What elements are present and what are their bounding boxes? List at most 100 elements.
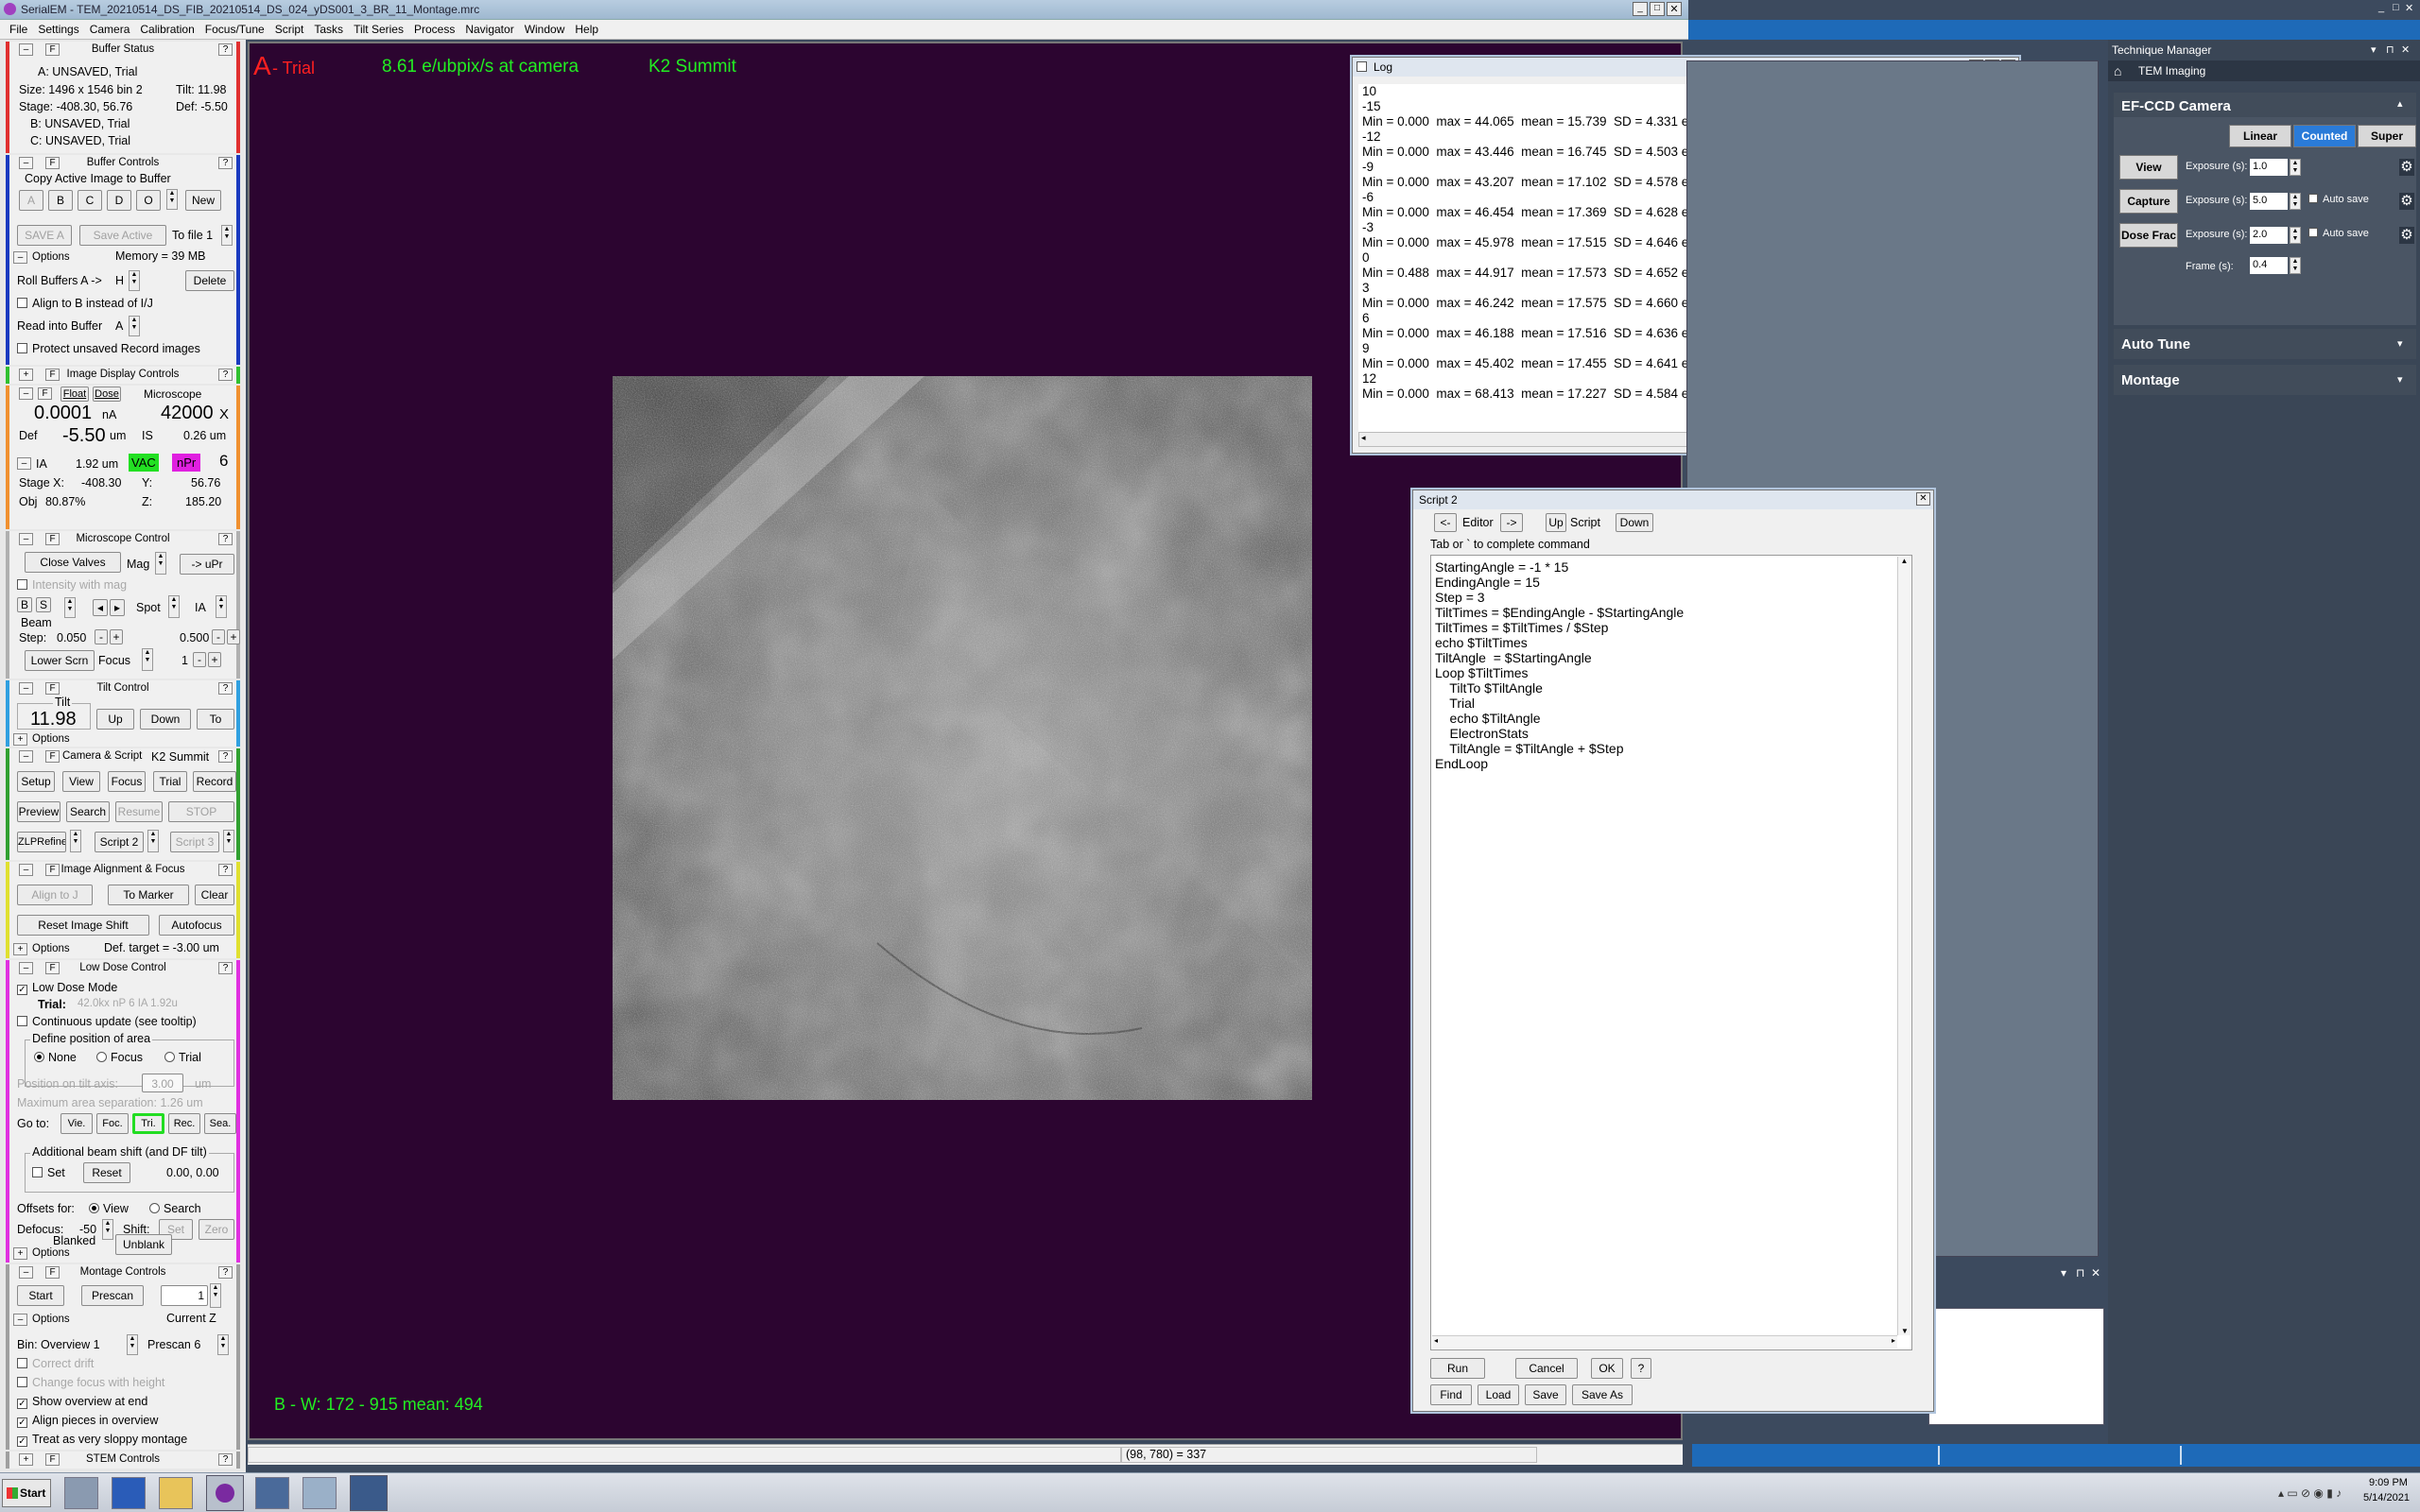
save-button[interactable]: Save	[1525, 1384, 1566, 1405]
delete-button[interactable]: Delete	[185, 270, 234, 291]
load-button[interactable]: Load	[1478, 1384, 1519, 1405]
script-3-spinner[interactable]: ▲ ▼	[223, 830, 234, 852]
collapse-chevron-icon[interactable]: ▴	[2397, 97, 2403, 110]
goto-area-button[interactable]: Rec.	[168, 1113, 200, 1134]
desktop-restore-icon[interactable]: □	[2393, 2, 2399, 13]
options-label[interactable]: Options	[32, 733, 70, 745]
taskbar-app-network-icon[interactable]	[64, 1477, 98, 1509]
tilt-down-button[interactable]: Down	[140, 709, 191, 730]
menu-item[interactable]: Navigator	[465, 23, 513, 36]
tilt-to-button[interactable]: To	[197, 709, 234, 730]
beam-b-button[interactable]: B	[17, 597, 32, 612]
define-trial-radio[interactable]: Trial	[164, 1051, 201, 1064]
settings-gear-icon[interactable]: ⚙	[2399, 193, 2414, 210]
buffer-c-button[interactable]: C	[78, 190, 102, 211]
view-button[interactable]: View	[62, 771, 100, 792]
help-button[interactable]: ?	[218, 157, 233, 169]
script-up-button[interactable]: Up	[1546, 513, 1566, 532]
cancel-button[interactable]: Cancel	[1515, 1358, 1578, 1379]
align-pieces-checkbox[interactable]: ✓ Align pieces in overview	[17, 1414, 158, 1428]
menu-item[interactable]: Calibration	[140, 23, 194, 36]
settings-gear-icon[interactable]: ⚙	[2399, 159, 2414, 176]
exposure-spinner[interactable]: ▲ ▼	[2290, 193, 2301, 210]
roll-spinner[interactable]: ▲ ▼	[129, 270, 140, 291]
options-label[interactable]: Options	[32, 1314, 70, 1325]
dose-toggle[interactable]: Dose	[93, 387, 121, 402]
to-marker-button[interactable]: To Marker	[108, 885, 189, 905]
collapse-button[interactable]: –	[19, 387, 33, 400]
exposure-spinner[interactable]: ▲ ▼	[2290, 159, 2301, 176]
shift-zero-button[interactable]: Zero	[199, 1219, 234, 1240]
script-3-button[interactable]: Script 3	[170, 832, 219, 852]
help-button[interactable]: ?	[218, 369, 233, 381]
buffer-spinner[interactable]: ▲ ▼	[166, 189, 178, 210]
unblank-button[interactable]: Unblank	[115, 1234, 172, 1255]
exposure-field[interactable]: 2.0	[2250, 227, 2288, 244]
options-label[interactable]: Options	[32, 251, 70, 263]
help-button[interactable]: ?	[1631, 1358, 1651, 1379]
exposure-field[interactable]: 1.0	[2250, 159, 2288, 176]
goto-area-button[interactable]: Foc.	[96, 1113, 129, 1134]
menu-item[interactable]: Settings	[38, 23, 78, 36]
low-dose-mode-checkbox[interactable]: ✓ Low Dose Mode	[17, 981, 117, 995]
focus-spinner[interactable]: ▲ ▼	[142, 648, 153, 671]
ia-spinner[interactable]: ▲ ▼	[216, 595, 227, 618]
collapse-button[interactable]: –	[19, 750, 33, 763]
help-button[interactable]: ?	[218, 750, 233, 763]
script-vertical-scrollbar[interactable]: ▲ ▼	[1897, 557, 1910, 1335]
run-button[interactable]: Run	[1430, 1358, 1485, 1379]
script-down-button[interactable]: Down	[1616, 513, 1653, 532]
taskbar-app-powershell-icon[interactable]	[112, 1477, 146, 1509]
home-icon[interactable]: ⌂	[2114, 63, 2121, 78]
offsets-view-radio[interactable]: View	[89, 1202, 129, 1215]
correct-drift-checkbox[interactable]: Correct drift	[17, 1357, 94, 1370]
trial-button[interactable]: Trial	[153, 771, 187, 792]
current-z-field[interactable]: 1	[161, 1285, 208, 1306]
position-tilt-axis-value[interactable]: 3.00	[142, 1074, 183, 1092]
auto-tune-section[interactable]: Auto Tune ▾	[2114, 329, 2416, 359]
menu-item[interactable]: Focus/Tune	[205, 23, 265, 36]
help-button[interactable]: ?	[218, 1453, 233, 1466]
prescan-button[interactable]: Prescan	[81, 1285, 144, 1306]
autofocus-button[interactable]: Autofocus	[159, 915, 234, 936]
expand-chevron-icon[interactable]: ▾	[2397, 373, 2403, 386]
continuous-update-checkbox[interactable]: Continuous update (see tooltip)	[17, 1015, 197, 1028]
stop-button[interactable]: STOP	[168, 801, 234, 822]
record-button[interactable]: Record	[193, 771, 236, 792]
clear-button[interactable]: Clear	[195, 885, 234, 905]
desktop-minimize-icon[interactable]: _	[2378, 2, 2384, 13]
goto-area-button[interactable]: Vie.	[60, 1113, 93, 1134]
beam-spinner[interactable]: ▲ ▼	[64, 597, 76, 618]
options-expand[interactable]: –	[13, 251, 27, 264]
resume-button[interactable]: Resume	[115, 801, 163, 822]
to-file-label[interactable]: To file 1	[172, 229, 213, 242]
focus-button[interactable]: Focus	[108, 771, 146, 792]
frame-field[interactable]: 0.4	[2250, 257, 2288, 274]
options-label[interactable]: Options	[32, 943, 70, 954]
script-1-button[interactable]: ZLPRefine	[17, 832, 66, 852]
script-2-spinner[interactable]: ▲ ▼	[147, 830, 159, 852]
buffer-b-button[interactable]: B	[48, 190, 73, 211]
menu-item[interactable]: Help	[575, 23, 598, 36]
script-close[interactable]: ✕	[1916, 492, 1930, 506]
taskbar-app-digitalmicrograph-icon[interactable]	[255, 1477, 289, 1509]
taskbar-app-velox-icon[interactable]	[350, 1475, 388, 1511]
protect-unsaved-checkbox[interactable]: Protect unsaved Record images	[17, 342, 200, 355]
help-button[interactable]: ?	[218, 682, 233, 695]
ok-button[interactable]: OK	[1591, 1358, 1623, 1379]
step2-decrease[interactable]: -	[212, 629, 225, 644]
help-button[interactable]: ?	[218, 962, 233, 974]
close-button[interactable]: ✕	[1667, 2, 1682, 16]
treat-sloppy-checkbox[interactable]: ✓ Treat as very sloppy montage	[17, 1433, 187, 1447]
set-shift-checkbox[interactable]: Set	[32, 1166, 65, 1179]
tm-close-icon[interactable]: ✕	[2401, 43, 2410, 56]
help-button[interactable]: ?	[218, 1266, 233, 1279]
tm-pin-icon[interactable]: ▾	[2371, 43, 2377, 56]
reset-shift-button[interactable]: Reset	[83, 1162, 130, 1183]
upr-button[interactable]: -> uPr	[180, 554, 234, 575]
spot-spinner[interactable]: ▲ ▼	[168, 595, 180, 618]
menu-item[interactable]: Camera	[90, 23, 130, 36]
menu-item[interactable]: Tasks	[314, 23, 343, 36]
help-button[interactable]: ?	[218, 533, 233, 545]
define-focus-radio[interactable]: Focus	[96, 1051, 143, 1064]
